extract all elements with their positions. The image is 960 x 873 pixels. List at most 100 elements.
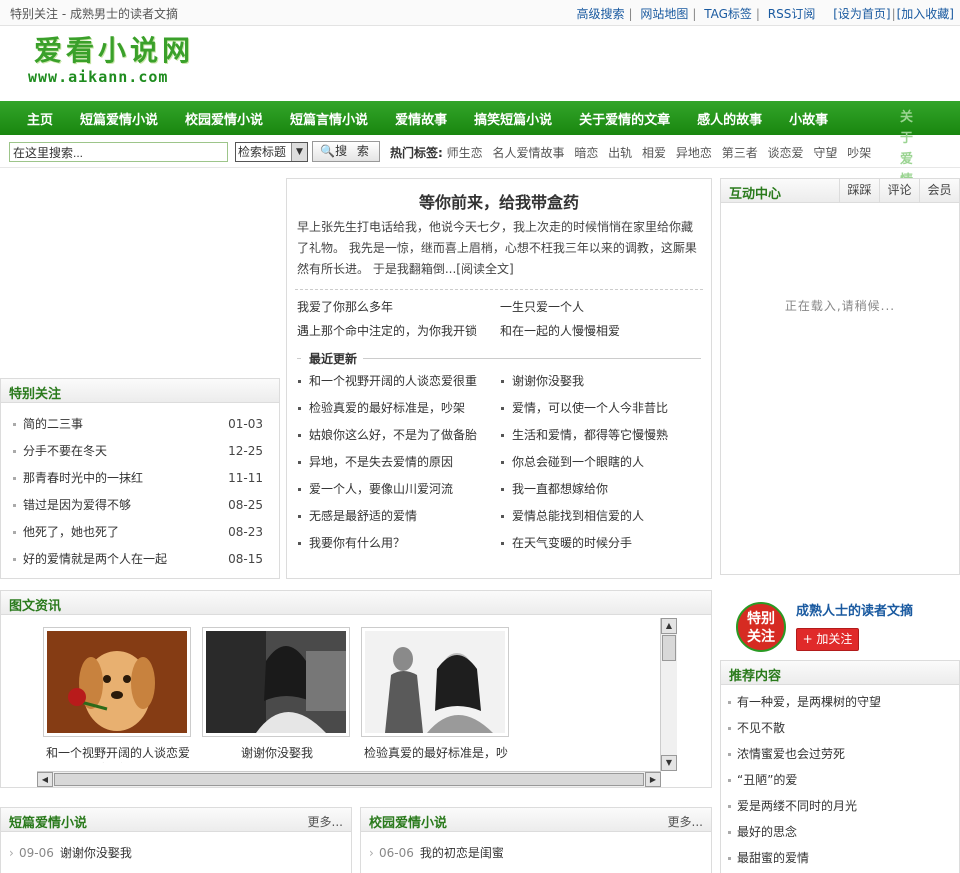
picture-item[interactable]: 检验真爱的最好标准是，吵架 — [361, 627, 511, 763]
search-input[interactable] — [9, 142, 228, 162]
list-item[interactable]: 错过是因为爱得不够 08-25 — [11, 492, 269, 519]
list-item[interactable]: 在天气变暖的时候分手 — [500, 534, 703, 552]
list-item[interactable]: 姑娘你这么好，不是为了做备胎 — [297, 426, 500, 444]
nav-item-home[interactable]: 主页 — [27, 109, 53, 128]
follow-button[interactable]: + 加关注 — [796, 628, 859, 651]
hot-tag[interactable]: 相爱 — [642, 146, 666, 160]
list-item[interactable]: 那青春时光中的一抹红 11-11 — [11, 465, 269, 492]
add-favorite-link[interactable]: [加入收藏] — [897, 7, 954, 21]
nav-item-funny-short[interactable]: 搞笑短篇小说 — [474, 109, 552, 128]
list-item[interactable]: 好的爱情就是两个人在一起 08-15 — [11, 546, 269, 573]
set-homepage-link[interactable]: [设为首页] — [833, 7, 890, 21]
campus-love-column: 校园爱情小说 更多... 06-06我的初恋是闺蜜 — [360, 807, 712, 873]
site-logo[interactable]: 爱看小说网 www.aikann.com — [28, 34, 218, 92]
nav-item-love-story[interactable]: 爱情故事 — [395, 109, 447, 128]
scroll-down-icon[interactable]: ▼ — [661, 755, 677, 771]
search-type-select[interactable]: 检索标题 ▼ — [235, 142, 308, 162]
picture-caption[interactable]: 谢谢你没娶我 — [202, 745, 352, 763]
scroll-right-icon[interactable]: ▶ — [645, 772, 661, 787]
list-item[interactable]: 他死了，她也死了 08-23 — [11, 519, 269, 546]
list-item[interactable]: 我一直都想嫁给你 — [500, 480, 703, 498]
advanced-search-link[interactable]: 高级搜索 — [576, 7, 624, 21]
list-item[interactable]: 我要你有什么用？ — [297, 534, 500, 552]
hot-tag[interactable]: 谈恋爱 — [768, 146, 804, 160]
more-link[interactable]: 更多... — [308, 813, 343, 830]
bride-image[interactable] — [202, 627, 350, 737]
nav-item-love-articles[interactable]: 关于爱情的文章 — [579, 109, 670, 128]
list-item[interactable]: 简的二三事 01-03 — [11, 411, 269, 438]
hot-tag[interactable]: 暗恋 — [574, 146, 598, 160]
tab-members[interactable]: 会员 — [919, 179, 959, 203]
vertical-scrollbar[interactable]: ▲ ▼ — [660, 618, 677, 771]
nav-item-campus-love[interactable]: 校园爱情小说 — [185, 109, 263, 128]
list-item[interactable]: “丑陋”的爱 — [727, 767, 959, 793]
nav-item-little-story[interactable]: 小故事 — [789, 109, 828, 128]
featured-title[interactable]: 等你前来，给我带盒药 — [287, 189, 711, 213]
hot-tag[interactable]: 守望 — [813, 146, 837, 160]
tab-comments[interactable]: 评论 — [879, 179, 919, 203]
picture-caption[interactable]: 检验真爱的最好标准是，吵架 — [361, 745, 511, 763]
recent-updates-list: 和一个视野开阔的人谈恋爱很重 谢谢你没娶我 检验真爱的最好标准是，吵架 爱情，可… — [287, 366, 711, 552]
list-item[interactable]: 最甜蜜的爱情 — [727, 845, 959, 871]
top-links: 高级搜索 | 网站地图 | TAG标签 | RSS订阅 [设为首页]|[加入收藏] — [576, 7, 954, 21]
list-item[interactable]: 爱情总能找到相信爱的人 — [500, 507, 703, 525]
hot-tag[interactable]: 出轨 — [608, 146, 632, 160]
nav-item-short-love[interactable]: 短篇爱情小说 — [80, 109, 158, 128]
list-item[interactable]: 最好的思念 — [727, 819, 959, 845]
scroll-left-icon[interactable]: ◀ — [37, 772, 53, 787]
list-item[interactable]: 谢谢你没娶我 — [500, 372, 703, 390]
scroll-thumb[interactable] — [54, 773, 644, 786]
puppy-rose-image[interactable] — [43, 627, 191, 737]
featured-link[interactable]: 我爱了你那么多年 — [297, 298, 500, 316]
nav-item-short-romance[interactable]: 短篇言情小说 — [290, 109, 368, 128]
seal-logo-icon: 特别关注 — [736, 602, 786, 652]
list-item[interactable]: 不见不散 — [727, 715, 959, 741]
hot-tag[interactable]: 名人爱情故事 — [492, 146, 564, 160]
list-item[interactable]: 有一种爱，是两棵树的守望 — [727, 689, 959, 715]
couple-image[interactable] — [361, 627, 509, 737]
list-item[interactable]: 浓情蜜爱也会过劳死 — [727, 741, 959, 767]
featured-link[interactable]: 遇上那个命中注定的，为你我开锁 — [297, 322, 500, 340]
rss-link[interactable]: RSS订阅 — [768, 7, 816, 21]
picture-item[interactable]: 和一个视野开阔的人谈恋爱很重要 — [43, 627, 193, 763]
list-item[interactable]: 异地，不是失去爱情的原因 — [297, 453, 500, 471]
list-item[interactable]: 生活和爱情，都得等它慢慢熟 — [500, 426, 703, 444]
list-item[interactable]: 爱是两缕不同时的月光 — [727, 793, 959, 819]
search-icon: 🔍 — [320, 144, 336, 158]
list-item[interactable]: 06-06我的初恋是闺蜜 — [369, 840, 711, 866]
nav-item-touching-story[interactable]: 感人的故事 — [697, 109, 762, 128]
scroll-up-icon[interactable]: ▲ — [661, 618, 677, 634]
follow-name[interactable]: 成熟人士的读者文摘 — [796, 600, 913, 619]
picture-item[interactable]: 谢谢你没娶我 — [202, 627, 352, 763]
box-header: 图文资讯 — [1, 591, 711, 615]
picture-caption[interactable]: 和一个视野开阔的人谈恋爱很重要 — [43, 745, 193, 763]
list-item[interactable]: 爱一个人，要像山川爱河流 — [297, 480, 500, 498]
hot-tag[interactable]: 第三者 — [722, 146, 758, 160]
list-item[interactable]: 无感是最舒适的爱情 — [297, 507, 500, 525]
scroll-thumb[interactable] — [662, 635, 676, 661]
list-item[interactable]: 分手不要在冬天 12-25 — [11, 438, 269, 465]
hot-tag[interactable]: 师生恋 — [447, 146, 483, 160]
horizontal-scrollbar[interactable]: ◀ ▶ — [37, 771, 661, 787]
list-item[interactable]: 检验真爱的最好标准是，吵架 — [297, 399, 500, 417]
hot-tag[interactable]: 吵架 — [847, 146, 871, 160]
follow-card: 特别关注 成熟人士的读者文摘 + 加关注 — [720, 590, 960, 658]
hot-tag[interactable]: 异地恋 — [676, 146, 712, 160]
more-link[interactable]: 更多... — [668, 813, 703, 830]
box-title: 校园爱情小说 — [369, 816, 448, 831]
sitemap-link[interactable]: 网站地图 — [640, 7, 688, 21]
featured-link[interactable]: 一生只爱一个人 — [500, 298, 703, 316]
list-item[interactable]: 爱情，可以使一个人今非昔比 — [500, 399, 703, 417]
picture-news-box: 图文资讯 和一个视野开阔的人谈恋爱很重要 — [0, 590, 712, 788]
featured-intro[interactable]: 早上张先生打电话给我，他说今天七夕，我上次走的时候悄悄在家里给你藏了礼物。 我先… — [287, 213, 711, 279]
tab-diggs[interactable]: 踩踩 — [839, 179, 879, 203]
featured-link[interactable]: 和在一起的人慢慢相爱 — [500, 322, 703, 340]
search-button[interactable]: 🔍搜 索 — [312, 141, 380, 162]
list-item[interactable]: 和一个视野开阔的人谈恋爱很重 — [297, 372, 500, 390]
tag-link[interactable]: TAG标签 — [704, 7, 752, 21]
box-header: 推荐内容 — [721, 661, 959, 685]
list-item[interactable]: 你总会碰到一个眼瞎的人 — [500, 453, 703, 471]
list-item[interactable]: 09-06谢谢你没娶我 — [9, 840, 351, 866]
box-title: 互动中心 — [729, 187, 782, 202]
hot-tags-label: 热门标签: — [390, 146, 443, 160]
